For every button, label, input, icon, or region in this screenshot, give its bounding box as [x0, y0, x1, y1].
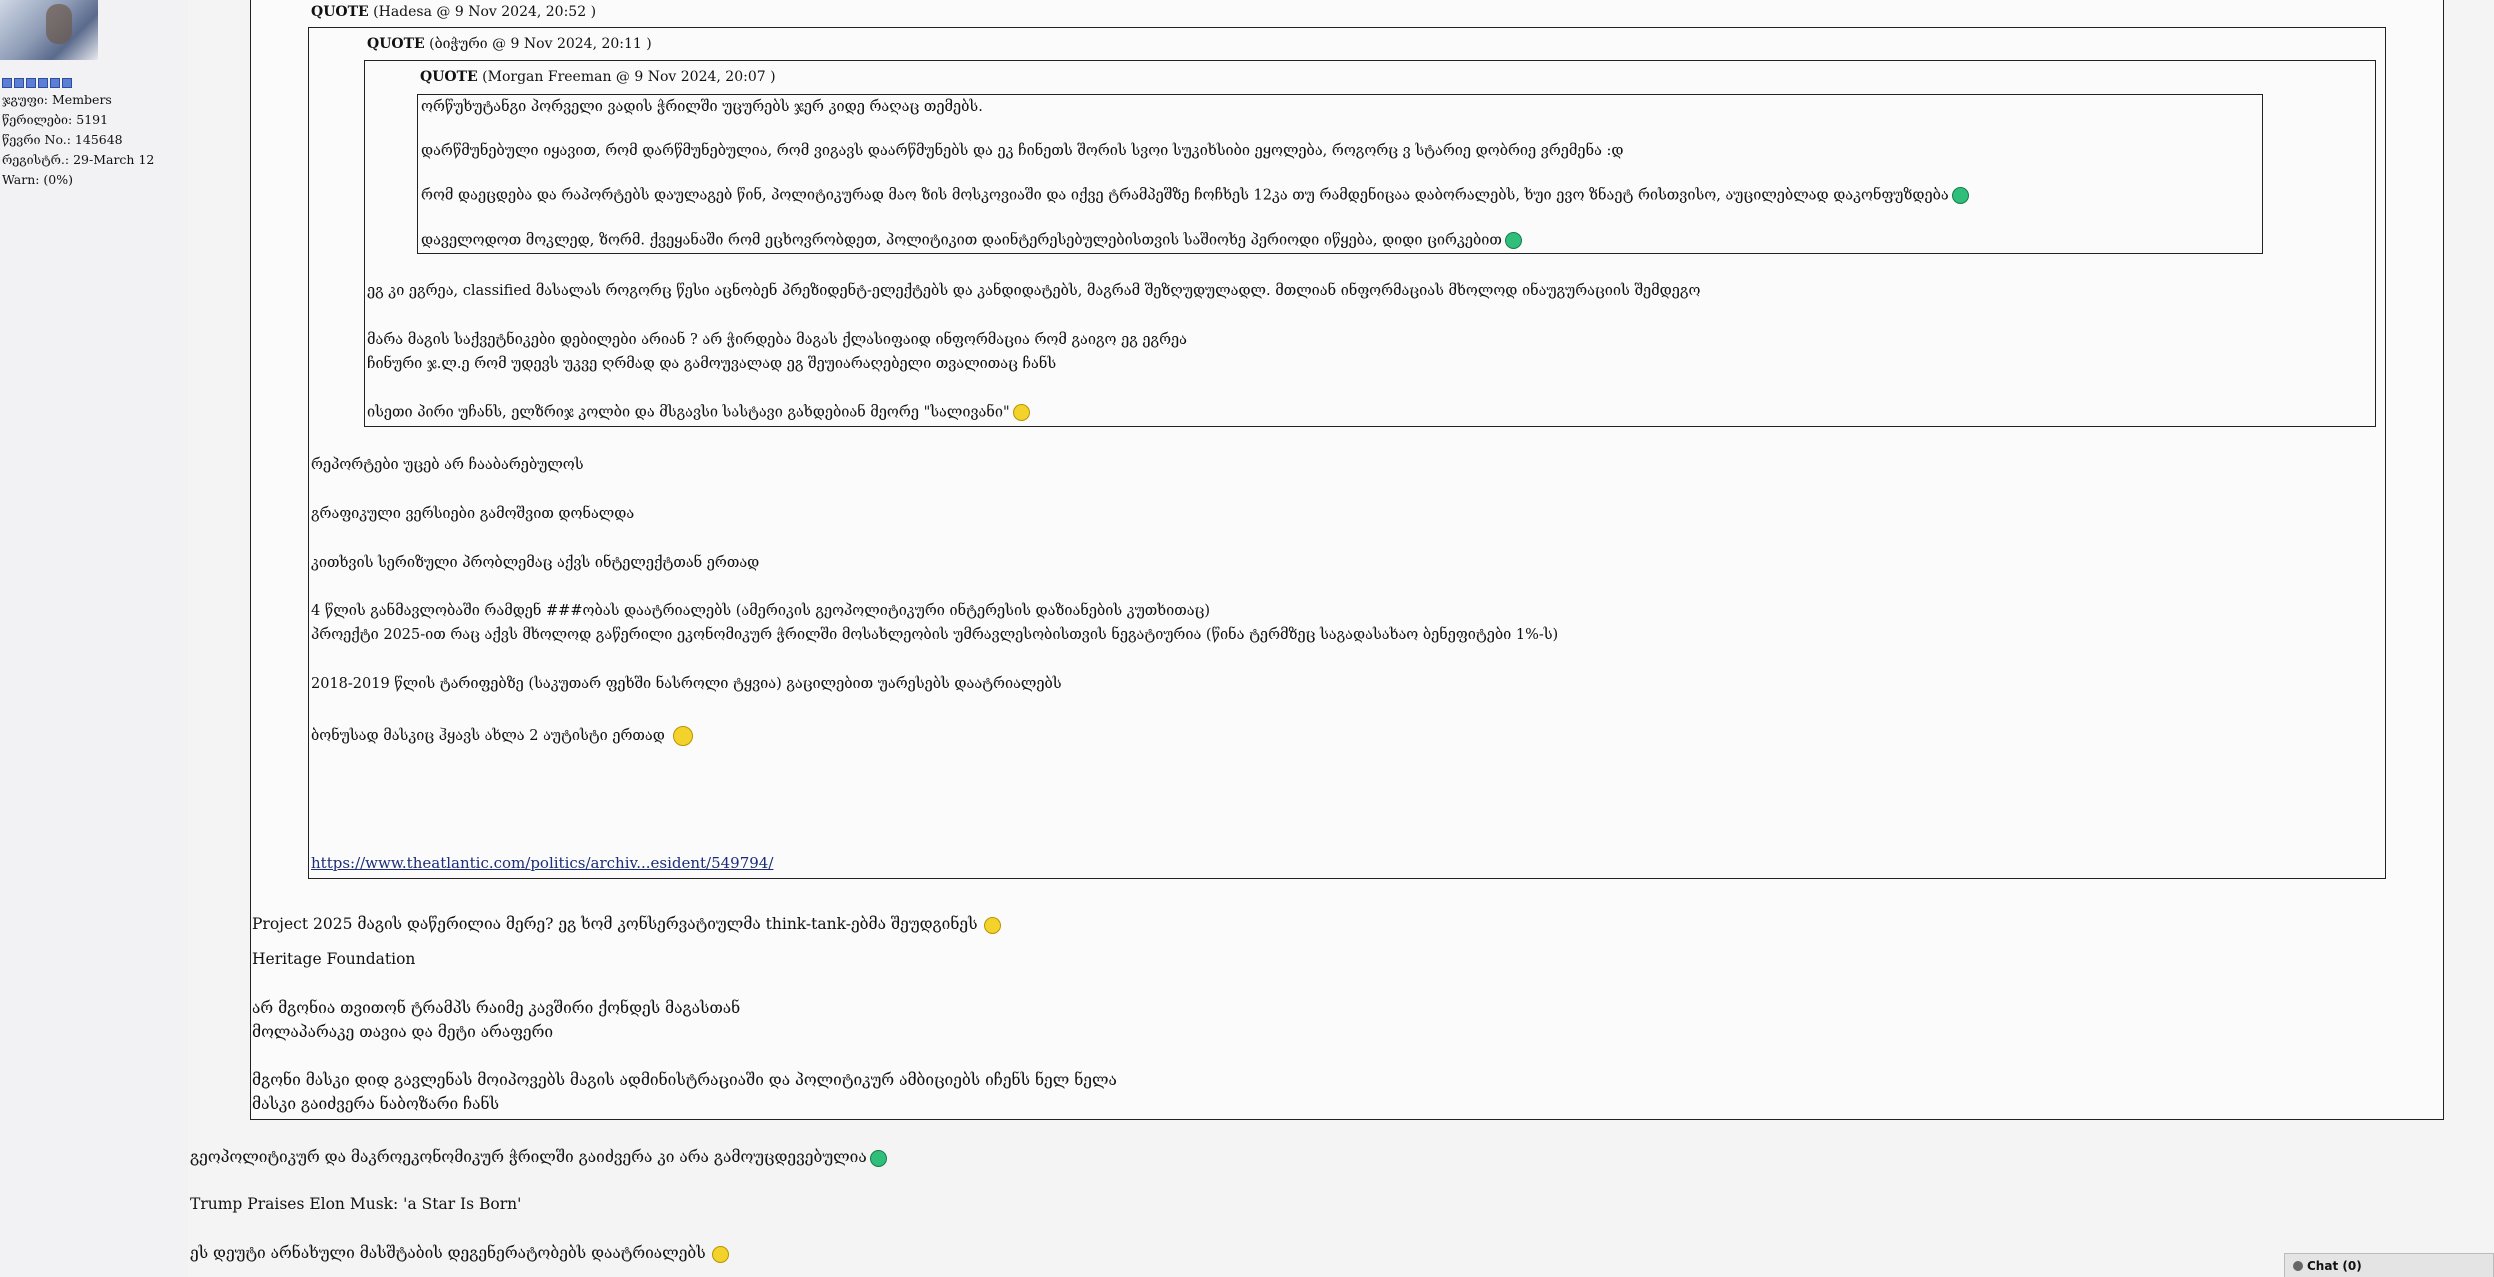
quote-line: დაველოდოთ მოკლედ, ზორმ. ქვეყანაში რომ ეც… [421, 232, 1522, 249]
quote-label: QUOTE [420, 69, 478, 85]
post-line: Project 2025 მაგის დაწერილია მერე? ეგ ხო… [252, 915, 1001, 934]
profile-warn[interactable]: Warn: (0%) [2, 170, 154, 190]
profile-posts: წერილები: 5191 [2, 112, 109, 127]
user-icon [2293, 1260, 2303, 1271]
quote-meta: (ბიჭური @ 9 Nov 2024, 20:11 ) [429, 36, 652, 52]
rank-pip-icon [50, 78, 60, 88]
quote-line: 4 წლის განმავლობაში რამდენ ###ობას დაატრ… [311, 603, 1211, 619]
quote-label: QUOTE [311, 4, 369, 20]
smiley-icon [1012, 404, 1030, 421]
post-line: მგონი მასკი დიდ გავლენას მოიპოვებს მაგის… [252, 1071, 1117, 1089]
quote-line: რომ დაეცდება და რაპორტებს დაულაგებ წინ, … [421, 187, 1969, 204]
smiley-icon [672, 726, 693, 746]
rank-pip-icon [14, 78, 24, 88]
post-line: მასკი გაიძვერა ნაბოზარი ჩანს [252, 1095, 500, 1113]
quote-line: ორწუხუტანგი პორველი ვადის ჭრილში უცურებს… [421, 99, 983, 115]
reply-line: ეს დეუტი არნახული მასშტაბის დეგენერატობე… [190, 1244, 729, 1263]
quote-block-morgan [417, 94, 2263, 254]
quote-header-morgan: QUOTE (Morgan Freeman @ 9 Nov 2024, 20:0… [420, 69, 776, 85]
post-line: Heritage Foundation [252, 950, 416, 968]
post-body: QUOTE (Hadesa @ 9 Nov 2024, 20:52 ) QUOT… [188, 0, 2494, 1277]
smiley-icon [1504, 232, 1522, 249]
profile-member-no: წევრი No.: 145648 [2, 132, 123, 147]
smiley-icon [869, 1149, 887, 1167]
profile-group: ჯგუფი: Members [2, 92, 112, 107]
quote-line: ისეთი პირი უჩანს, ელზრიჯ კოლბი და მსგავს… [367, 404, 1030, 421]
rank-pip-icon [62, 78, 72, 88]
smiley-icon [983, 916, 1001, 934]
quote-line: კითხვის სერიზული პრობლემაც აქვს ინტელექტ… [311, 555, 760, 571]
rank-pips [2, 78, 72, 88]
rank-pip-icon [26, 78, 36, 88]
quote-header-hadesa: QUOTE (Hadesa @ 9 Nov 2024, 20:52 ) [311, 4, 596, 20]
post-line: მოლაპარაკე თავია და მეტი არაფერი [252, 1023, 554, 1041]
quote-line: მარა მაგის საქვეტნიკები დებილები არიან ?… [367, 332, 1187, 348]
avatar[interactable] [0, 0, 98, 60]
quote-line: ჩინური ჯ.ლ.ე რომ უდევს უკვე ღრმად და გამ… [367, 356, 1057, 372]
chat-label: Chat (0) [2307, 1258, 2362, 1273]
reply-line: გეოპოლიტიკურ და მაკროეკონომიკურ ჭრილში გ… [190, 1148, 887, 1167]
quote-line: დარწმუნებული იყავით, რომ დარწმუნებულია, … [421, 143, 1624, 159]
quote-meta: (Morgan Freeman @ 9 Nov 2024, 20:07 ) [482, 69, 776, 85]
reply-line: Trump Praises Elon Musk: 'a Star Is Born… [190, 1195, 522, 1213]
quote-line: გრაფიკული ვერსიები გამოშვით დონალდა [311, 506, 635, 522]
quote-meta: (Hadesa @ 9 Nov 2024, 20:52 ) [373, 4, 597, 20]
rank-pip-icon [2, 78, 12, 88]
quote-line: რეპორტები უცებ არ ჩააბარებულოს [311, 457, 584, 473]
smiley-icon [711, 1245, 729, 1263]
article-link[interactable]: https://www.theatlantic.com/politics/arc… [311, 854, 773, 872]
profile-registered: რეგისტრ.: 29-March 12 [2, 152, 155, 167]
profile-stats: ჯგუფი: Members წერილები: 5191 წევრი No.:… [2, 90, 154, 190]
quote-line: ეგ კი ეგრეა, classified მასალას როგორც წ… [367, 283, 1701, 299]
quote-line: 2018-2019 წლის ტარიფებზე (საკუთარ ფეხში … [311, 676, 1062, 692]
quote-line: პროექტი 2025-ით რაც აქვს მხოლოდ გაწერილი… [311, 627, 1559, 643]
smiley-icon [1951, 187, 1969, 204]
rank-pip-icon [38, 78, 48, 88]
chat-widget[interactable]: Chat (0) [2284, 1253, 2494, 1277]
post-line: არ მგონია თვითონ ტრამპს რაიმე კავშირი ქო… [252, 999, 741, 1017]
quote-label: QUOTE [367, 36, 425, 52]
quote-line: ბონუსად მასკიც ჰყავს ახლა 2 აუტისტი ერთა… [311, 726, 693, 746]
quote-header-bichuri: QUOTE (ბიჭური @ 9 Nov 2024, 20:11 ) [367, 36, 652, 52]
user-profile-panel: ჯგუფი: Members წერილები: 5191 წევრი No.:… [0, 0, 189, 1277]
